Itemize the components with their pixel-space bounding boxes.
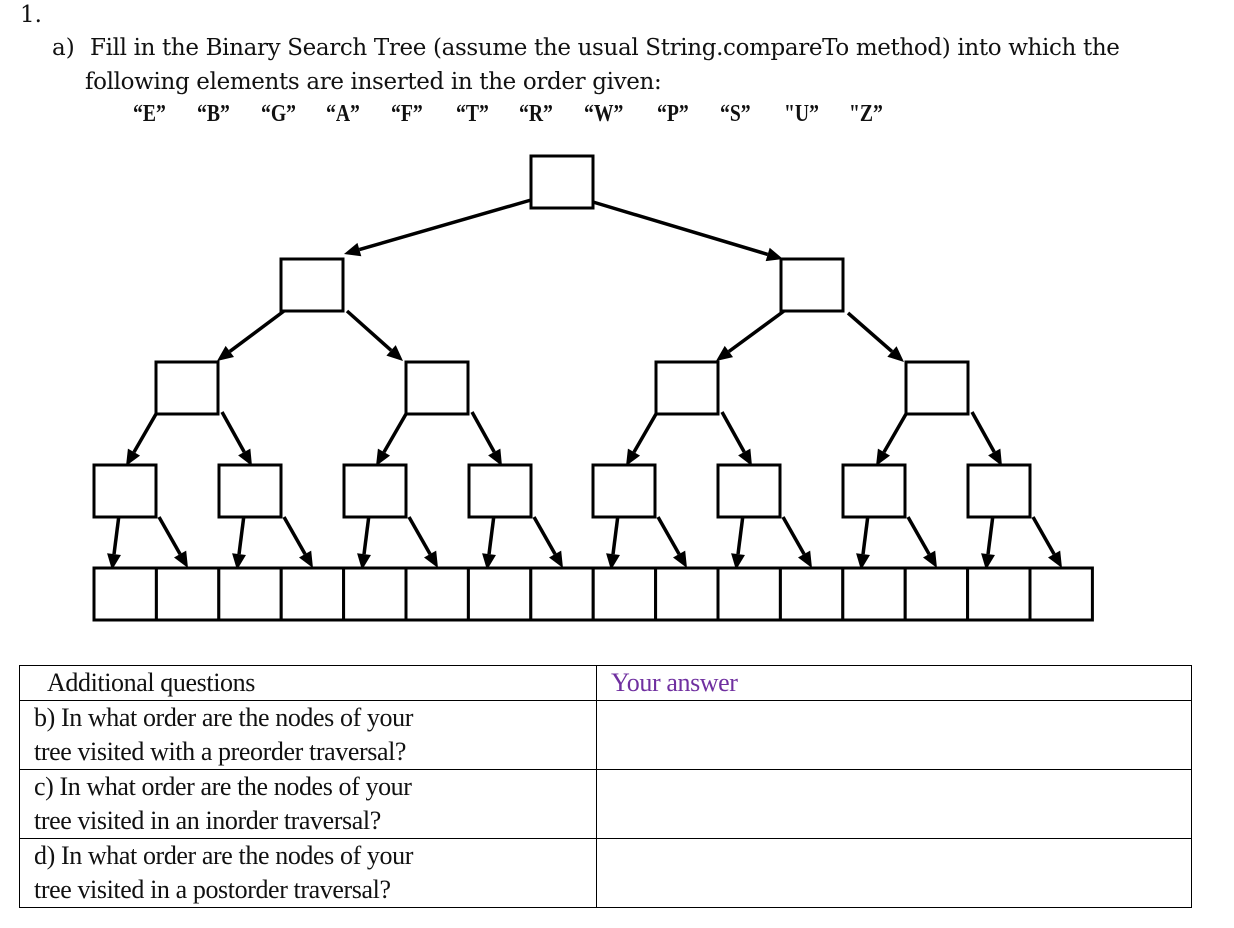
tree-edge	[656, 516, 681, 555]
tree-edge	[282, 516, 307, 555]
tree-edge	[345, 309, 393, 352]
question-text: tree visited with a preorder traversal?	[34, 737, 407, 766]
tree-leaf-box[interactable]	[217, 566, 283, 622]
question-text: c) In what order are the nodes of your	[34, 772, 412, 801]
table-header-row: Additional questions Your answer	[19, 665, 1192, 701]
additional-questions-table: Additional questions Your answer b) In w…	[19, 665, 1192, 908]
tree-node-box[interactable]	[779, 257, 845, 313]
tree-node-box[interactable]	[966, 463, 1032, 519]
tree-leaf-box[interactable]	[92, 566, 158, 622]
question-cell-d: d) In what order are the nodes of your t…	[19, 838, 597, 908]
bst-diagram	[92, 154, 1094, 622]
tree-node-box[interactable]	[529, 154, 595, 210]
tree-node-box[interactable]	[279, 257, 345, 313]
tree-edge	[592, 200, 769, 257]
tree-leaf-box[interactable]	[716, 566, 782, 622]
tree-edge	[970, 411, 996, 453]
tree-edge	[157, 516, 182, 555]
tree-leaf-box[interactable]	[966, 566, 1032, 622]
tree-node-box[interactable]	[92, 463, 158, 519]
tree-edge	[362, 514, 371, 555]
tree-edge	[487, 514, 496, 555]
tree-leaf-box[interactable]	[529, 566, 595, 622]
tree-edge	[220, 411, 246, 453]
tree-leaf-box[interactable]	[154, 566, 221, 622]
tree-leaf-box[interactable]	[654, 566, 720, 622]
tree-node-box[interactable]	[654, 360, 720, 416]
answer-postorder-field[interactable]	[596, 838, 1192, 908]
question-cell-c: c) In what order are the nodes of your t…	[19, 769, 597, 839]
tree-edge	[228, 309, 286, 353]
tree-node-box[interactable]	[904, 360, 970, 416]
tree-edge	[237, 514, 246, 555]
tree-leaf-box[interactable]	[591, 566, 658, 622]
tree-edge	[781, 516, 806, 555]
tree-node-box[interactable]	[404, 360, 470, 416]
tree-edge	[986, 514, 995, 555]
tree-node-box[interactable]	[716, 463, 782, 519]
tree-node-box[interactable]	[342, 463, 408, 519]
tree-node-box[interactable]	[217, 463, 283, 519]
tree-edge	[720, 411, 746, 453]
tree-leaf-box[interactable]	[903, 566, 970, 622]
tree-node-box[interactable]	[467, 463, 533, 519]
tree-leaf-box[interactable]	[841, 566, 907, 622]
tree-edge	[882, 413, 908, 454]
arrowhead-icon	[344, 242, 362, 257]
tree-leaf-box[interactable]	[342, 566, 408, 622]
table-row: b) In what order are the nodes of your t…	[19, 700, 1192, 770]
tree-leaf-box[interactable]	[1028, 566, 1094, 622]
answer-inorder-field[interactable]	[596, 769, 1192, 839]
tree-leaf-box[interactable]	[778, 566, 845, 622]
table-row: d) In what order are the nodes of your t…	[19, 838, 1192, 908]
tree-edge	[632, 413, 658, 454]
question-cell-b: b) In what order are the nodes of your t…	[19, 700, 597, 770]
tree-edge	[846, 311, 894, 353]
answer-preorder-field[interactable]	[596, 700, 1192, 770]
tree-edge	[532, 516, 557, 555]
tree-edge	[112, 514, 121, 555]
tree-leaf-box[interactable]	[279, 566, 346, 622]
tree-leaf-box[interactable]	[466, 566, 533, 622]
question-text: b) In what order are the nodes of your	[34, 703, 413, 732]
arrowhead-icon	[716, 345, 734, 361]
tree-node-box[interactable]	[841, 463, 907, 519]
answer-column-header: Your answer	[596, 665, 1192, 701]
tree-edge	[727, 309, 786, 353]
tree-edge	[906, 516, 931, 555]
question-text: d) In what order are the nodes of your	[34, 841, 413, 870]
tree-edge	[407, 516, 432, 555]
table-row: c) In what order are the nodes of your t…	[19, 769, 1192, 839]
question-text: tree visited in an inorder traversal?	[34, 806, 381, 835]
tree-node-box[interactable]	[154, 360, 220, 416]
tree-edge	[1031, 516, 1056, 555]
questions-column-header: Additional questions	[19, 665, 597, 701]
tree-edge	[736, 514, 745, 555]
tree-edge	[382, 413, 408, 454]
tree-edge	[611, 514, 620, 555]
tree-edge	[470, 411, 496, 453]
tree-leaf-box[interactable]	[404, 566, 470, 622]
tree-edge	[861, 514, 870, 555]
tree-edge	[358, 198, 532, 252]
tree-edge	[132, 413, 158, 454]
tree-node-box[interactable]	[591, 463, 657, 519]
question-text: tree visited in a postorder traversal?	[34, 875, 391, 904]
